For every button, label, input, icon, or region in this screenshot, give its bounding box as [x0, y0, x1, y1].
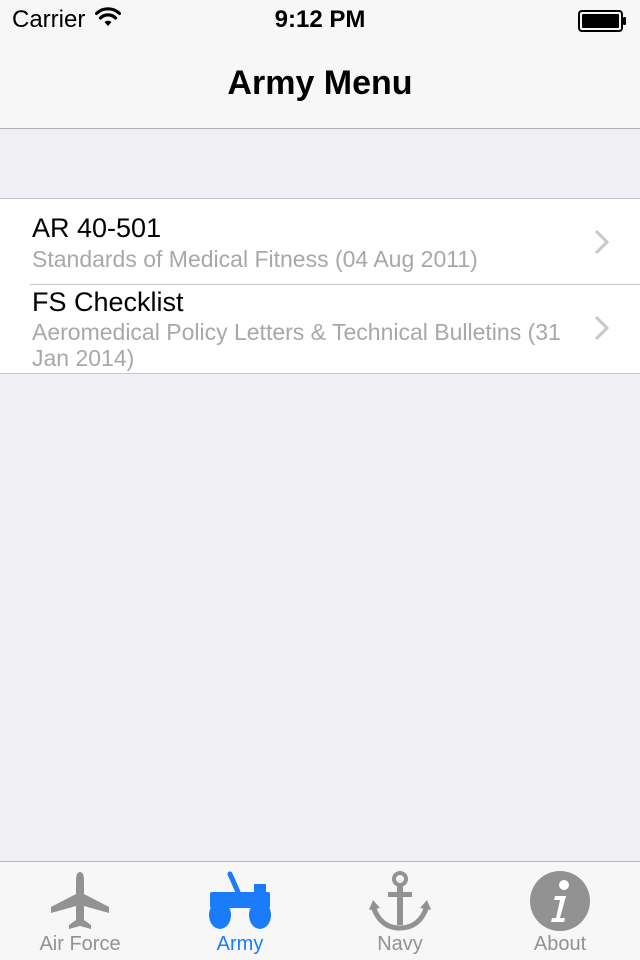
tab-air-force[interactable]: Air Force: [0, 862, 160, 960]
tab-bar: Air Force Army Navy About: [0, 861, 640, 960]
tab-label: Navy: [377, 933, 423, 955]
status-time: 9:12 PM: [274, 6, 366, 33]
menu-table: AR 40-501 Standards of Medical Fitness (…: [0, 198, 640, 374]
anchor-icon: [368, 870, 432, 937]
jeep-icon: [208, 870, 272, 937]
tab-army[interactable]: Army: [160, 862, 320, 960]
info-icon: [529, 870, 591, 937]
screen: Carrier 9:12 PM Army Menu AR 40-501 Stan…: [0, 0, 640, 960]
tab-about[interactable]: About: [480, 862, 640, 960]
page-title: Army Menu: [227, 64, 413, 102]
airplane-icon: [49, 870, 111, 937]
row-title: AR 40-501: [32, 213, 162, 243]
navigation-bar: Carrier 9:12 PM Army Menu: [0, 0, 640, 129]
row-title: FS Checklist: [32, 287, 184, 317]
tab-label: Air Force: [39, 933, 121, 955]
table-row[interactable]: FS Checklist Aeromedical Policy Letters …: [0, 285, 640, 373]
tab-label: About: [533, 933, 587, 955]
battery-icon: [578, 10, 628, 37]
tab-label: Army: [216, 933, 264, 955]
chevron-right-icon: [594, 315, 610, 346]
chevron-right-icon: [594, 229, 610, 260]
row-subtitle: Aeromedical Policy Letters & Technical B…: [32, 319, 561, 371]
tab-navy[interactable]: Navy: [320, 862, 480, 960]
table-row[interactable]: AR 40-501 Standards of Medical Fitness (…: [0, 199, 640, 285]
row-subtitle: Standards of Medical Fitness (04 Aug 201…: [32, 246, 478, 272]
